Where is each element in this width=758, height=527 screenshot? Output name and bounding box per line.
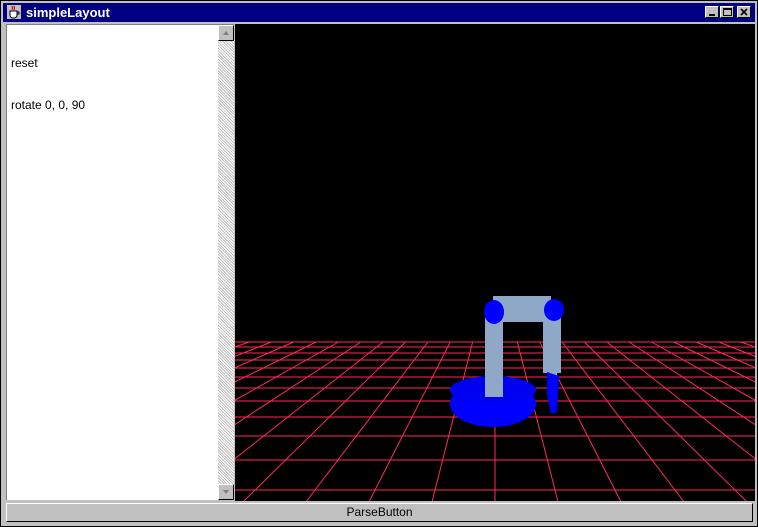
command-line: reset bbox=[11, 56, 38, 70]
arrow-up-icon bbox=[223, 31, 229, 35]
robot-gripper bbox=[547, 372, 559, 414]
command-editor[interactable]: reset rotate 0, 0, 90 bbox=[6, 24, 234, 500]
minimize-icon bbox=[709, 14, 715, 16]
maximize-button[interactable] bbox=[720, 6, 734, 18]
robot-arm-icon bbox=[450, 296, 564, 427]
scroll-track[interactable] bbox=[218, 41, 234, 484]
3d-viewport[interactable] bbox=[235, 24, 755, 501]
arrow-down-icon bbox=[223, 490, 229, 494]
scene-canvas[interactable] bbox=[235, 24, 755, 501]
vertical-scrollbar[interactable] bbox=[218, 25, 234, 500]
scroll-down-button[interactable] bbox=[218, 484, 234, 500]
close-icon bbox=[740, 8, 748, 16]
robot-joint-right bbox=[544, 299, 564, 321]
robot-joint-left bbox=[484, 300, 504, 324]
minimize-button[interactable] bbox=[705, 6, 719, 18]
command-line: rotate 0, 0, 90 bbox=[11, 98, 86, 112]
application-window: simpleLayout reset rotate 0, 0, 90 Parse… bbox=[0, 0, 758, 527]
scroll-up-button[interactable] bbox=[218, 25, 234, 41]
parse-button[interactable]: ParseButton bbox=[6, 503, 753, 522]
command-text-area[interactable]: reset rotate 0, 0, 90 bbox=[11, 28, 217, 498]
java-cup-icon bbox=[7, 5, 21, 19]
close-button[interactable] bbox=[737, 6, 751, 18]
window-title: simpleLayout bbox=[26, 5, 110, 20]
maximize-icon bbox=[723, 8, 732, 16]
title-bar[interactable]: simpleLayout bbox=[3, 3, 755, 22]
